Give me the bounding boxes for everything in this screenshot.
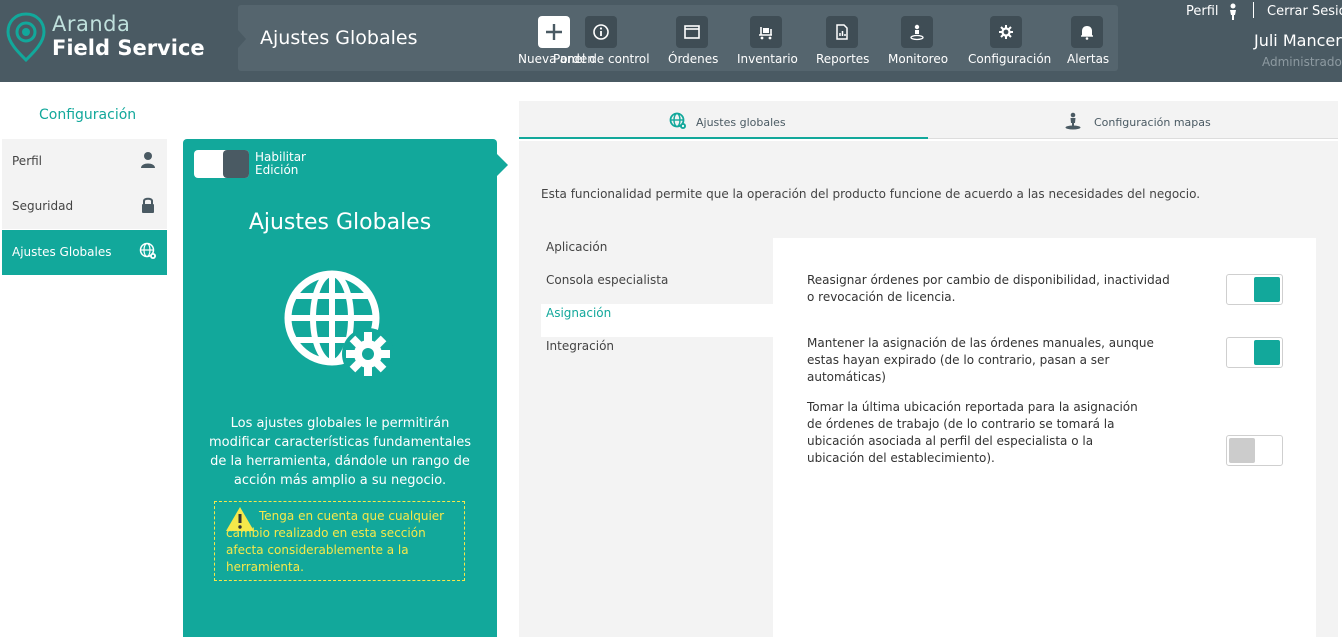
subnav-label: Aplicación	[546, 240, 608, 254]
nav-label-inventory[interactable]: Inventario	[737, 52, 798, 66]
cart-icon	[759, 27, 772, 40]
nav-label-alerts[interactable]: Alertas	[1067, 52, 1109, 66]
info-panel-description: Los ajustes globales le permitirán modif…	[208, 416, 471, 488]
switch-knob	[1229, 438, 1255, 463]
sidebar-title: Configuración	[39, 107, 137, 123]
nav-label-orders[interactable]: Órdenes	[668, 52, 718, 66]
setting-last-location-label: Tomar la última ubicación reportada para…	[807, 400, 1138, 465]
monitoring-button[interactable]	[901, 16, 933, 48]
page-title: Ajustes Globales	[260, 27, 418, 49]
person-pin-icon	[910, 24, 924, 41]
subnav-integracion[interactable]: Integración	[541, 337, 773, 370]
person-icon	[1230, 3, 1236, 20]
brand-name: Aranda	[52, 12, 131, 36]
user-name: Juli Mancera	[1254, 31, 1342, 50]
user-icon	[141, 152, 155, 168]
sidebar-item-seguridad[interactable]: Seguridad	[2, 184, 167, 229]
tab-label: Configuración mapas	[1094, 116, 1211, 129]
gear-icon	[999, 25, 1013, 39]
inventory-button[interactable]	[750, 16, 782, 48]
setting-last-location-switch[interactable]	[1226, 435, 1283, 466]
info-panel-title: Ajustes Globales	[248, 210, 432, 235]
switch-knob	[1254, 340, 1280, 365]
dashboard-button[interactable]	[585, 16, 617, 48]
tab-label: Ajustes globales	[696, 116, 786, 129]
new-order-button[interactable]	[538, 16, 570, 48]
enable-edit-toggle[interactable]	[194, 150, 249, 178]
subnav-consola-especialista[interactable]: Consola especialista	[541, 271, 773, 304]
subnav-aplicacion[interactable]: Aplicación	[541, 238, 773, 271]
bell-icon	[1081, 26, 1093, 40]
lock-icon	[142, 197, 154, 213]
globe-gear-icon	[284, 270, 394, 380]
user-role: Administrador	[1262, 55, 1342, 69]
toggle-knob	[223, 150, 249, 178]
switch-knob	[1254, 277, 1280, 302]
tab-configuracion-mapas[interactable]: Configuración mapas	[928, 101, 1338, 139]
nav-label-configuration[interactable]: Configuración	[968, 52, 1051, 66]
chart-icon	[836, 24, 848, 40]
sidebar-item-ajustes-globales[interactable]: Ajustes Globales	[2, 230, 167, 275]
subnav-asignacion[interactable]: Asignación	[541, 304, 773, 337]
sidebar-item-label: Seguridad	[12, 199, 74, 213]
subnav-label: Integración	[546, 339, 615, 353]
sidebar-item-label: Perfil	[12, 154, 43, 168]
setting-keep-manual-switch[interactable]	[1226, 337, 1283, 368]
nav-label-dashboard[interactable]: Panel de control	[553, 52, 650, 66]
subnav-label: Asignación	[546, 306, 612, 320]
setting-reassign-label: Reasignar órdenes por cambio de disponib…	[807, 273, 1170, 304]
content-description: Esta funcionalidad permite que la operac…	[541, 187, 1201, 201]
profile-link[interactable]: Perfil	[1186, 4, 1219, 19]
alerts-button[interactable]	[1071, 16, 1103, 48]
sidebar-item-perfil[interactable]: Perfil	[2, 139, 167, 184]
subnav-label: Consola especialista	[546, 273, 669, 287]
globe-gear-icon	[669, 112, 686, 129]
configuration-button[interactable]	[990, 16, 1022, 48]
window-icon	[684, 25, 700, 39]
orders-button[interactable]	[676, 16, 708, 48]
info-icon	[593, 24, 609, 40]
plus-icon	[546, 24, 562, 40]
info-panel-pointer	[497, 154, 508, 176]
aranda-logo-icon	[6, 12, 46, 62]
sidebar-item-label: Ajustes Globales	[12, 245, 112, 259]
logout-link[interactable]: Cerrar Sesión	[1267, 4, 1342, 19]
breadcrumb-arrow	[238, 30, 246, 48]
map-person-icon	[1065, 112, 1081, 130]
brand-product: Field Service	[52, 36, 205, 60]
globe-gear-icon	[139, 242, 156, 259]
enable-edit-label: Habilitar Edición	[255, 150, 306, 177]
separator	[1253, 2, 1254, 18]
reports-button[interactable]	[826, 16, 858, 48]
warning-text: Tenga en cuenta que cualquier cambio rea…	[226, 509, 445, 574]
tab-ajustes-globales[interactable]: Ajustes globales	[519, 101, 928, 139]
nav-label-reports[interactable]: Reportes	[816, 52, 869, 66]
setting-reassign-switch[interactable]	[1226, 274, 1283, 305]
setting-keep-manual-label: Mantener la asignación de las órdenes ma…	[807, 336, 1154, 384]
nav-label-monitoring[interactable]: Monitoreo	[888, 52, 948, 66]
